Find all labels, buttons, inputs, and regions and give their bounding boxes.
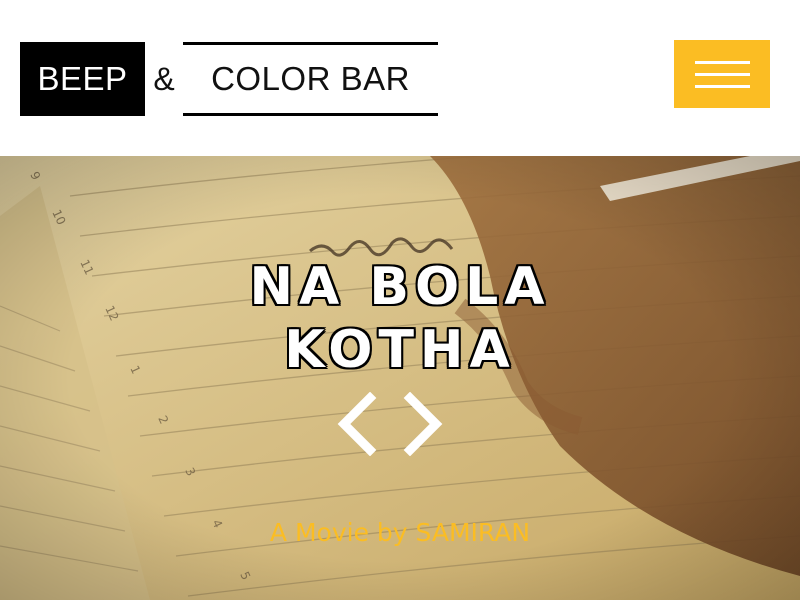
chevron-left-icon[interactable] (334, 392, 384, 456)
hero-title: NA BOLA KOTHA (200, 256, 600, 382)
hero-title-line2: KOTHA (284, 320, 516, 380)
hero-title-line1: NA BOLA (249, 257, 551, 317)
slider-nav (330, 392, 450, 456)
logo-ampersand: & (153, 60, 175, 97)
hamburger-icon (694, 60, 750, 64)
hamburger-icon-bar (694, 72, 750, 76)
menu-button[interactable] (674, 40, 770, 108)
chevron-right-icon[interactable] (396, 392, 446, 456)
site-header: BEEP & COLOR BAR (0, 0, 800, 156)
hero-subtitle: A Movie by SAMIRAN (269, 518, 531, 547)
logo-lined-text: COLOR BAR (183, 42, 438, 116)
hero-banner: 9 10 11 12 1 2 3 4 5 NA BOLA KOTHA A Mov… (0, 156, 800, 600)
site-logo[interactable]: BEEP & COLOR BAR (20, 42, 438, 116)
hamburger-icon-bar (694, 84, 750, 88)
logo-boxed-text: BEEP (20, 42, 145, 116)
